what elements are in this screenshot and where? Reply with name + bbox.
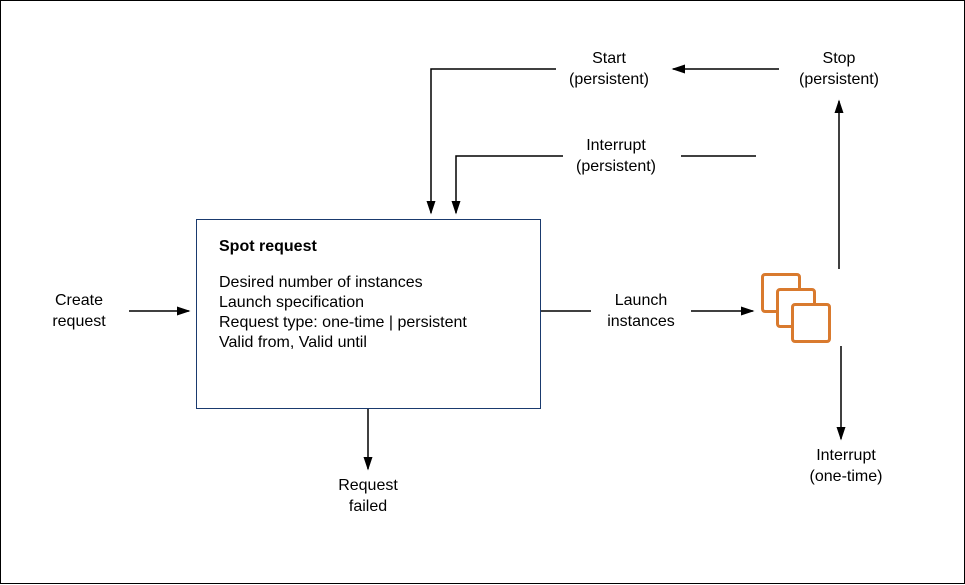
- spot-request-title: Spot request: [219, 238, 518, 256]
- create-request-label: Create request: [39, 291, 119, 333]
- spot-line-reqtype: Request type: one-time | persistent: [219, 314, 518, 332]
- spot-line-instances: Desired number of instances: [219, 274, 518, 292]
- spot-request-box: Spot request Desired number of instances…: [196, 219, 541, 409]
- interrupt-persistent-label: Interrupt (persistent): [561, 136, 671, 178]
- interrupt-onetime-label: Interrupt (one-time): [791, 446, 901, 488]
- diagram-canvas: Create request Spot request Desired numb…: [0, 0, 965, 584]
- instance-icon: [791, 303, 831, 343]
- spot-line-valid: Valid from, Valid until: [219, 334, 518, 352]
- request-failed-label: Request failed: [323, 476, 413, 518]
- launch-instances-label: Launch instances: [596, 291, 686, 333]
- start-persistent-label: Start (persistent): [554, 49, 664, 91]
- arrow-interrupt-to-spot: [456, 156, 563, 213]
- spot-line-launchspec: Launch specification: [219, 294, 518, 312]
- stop-persistent-label: Stop (persistent): [784, 49, 894, 91]
- arrow-start-to-spot: [431, 69, 556, 213]
